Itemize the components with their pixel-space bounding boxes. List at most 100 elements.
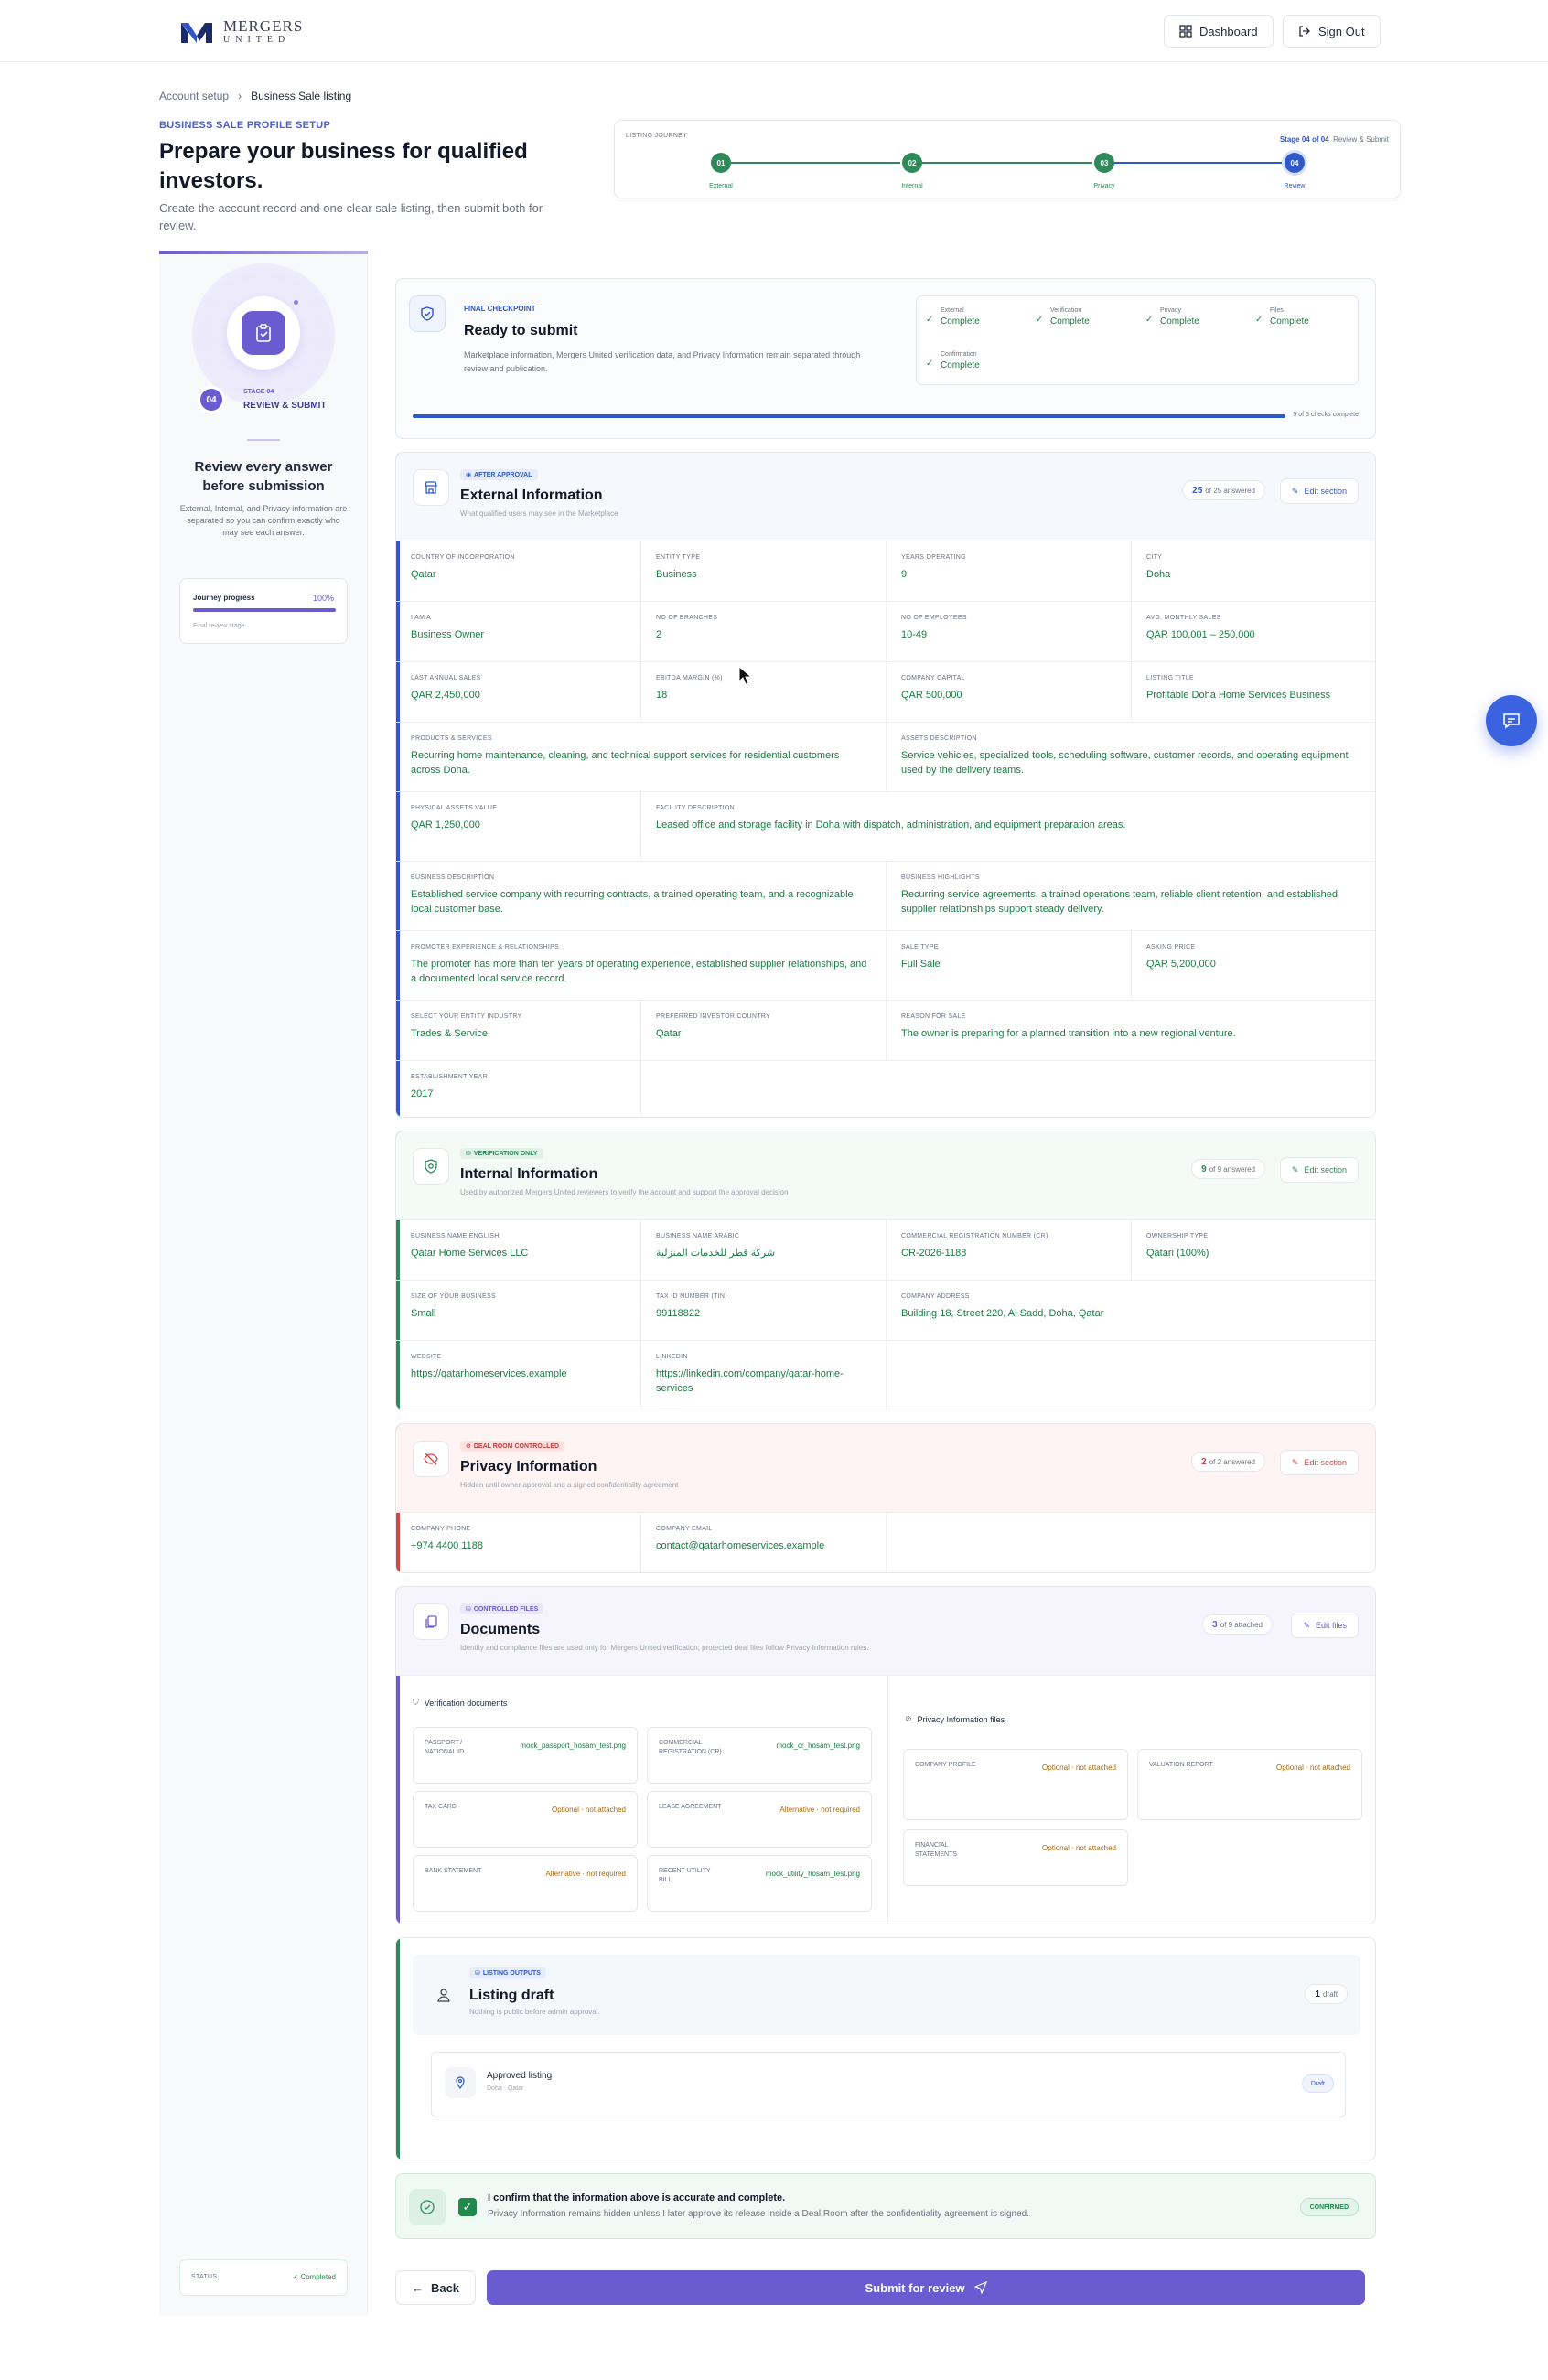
verified-shield-icon — [413, 1148, 449, 1185]
edit-files-button[interactable]: ✎ Edit files — [1291, 1613, 1359, 1638]
edit-privacy-button[interactable]: ✎ Edit section — [1279, 1450, 1359, 1475]
journey-step-label-3: Privacy — [1093, 183, 1115, 189]
document-value: Optional · not attached — [552, 1806, 626, 1814]
stage-sidebar: 04 STAGE 04 REVIEW & SUBMIT Review every… — [159, 251, 368, 2316]
dashboard-button[interactable]: Dashboard — [1164, 15, 1274, 48]
document-item[interactable]: RECENT UTILITY BILL mock_utility_hosam_te… — [647, 1855, 872, 1912]
listing-draft-card: ⛁ LISTING OUTPUTS Listing draft Nothing i… — [395, 1937, 1376, 2160]
field-value: Qatari (100%) — [1146, 1248, 1209, 1259]
field-label: ASSETS DESCRIPTION — [901, 735, 977, 742]
document-label: BANK STATEMENT — [425, 1868, 482, 1874]
journey-step-2[interactable]: 02 — [902, 153, 922, 173]
page-eyebrow: BUSINESS SALE PROFILE SETUP — [159, 120, 331, 131]
badge-text: DEAL ROOM CONTROLLED — [473, 1442, 560, 1450]
privacy-files-panel: ⊘ Privacy Information files COMPANY PROFI… — [888, 1675, 1375, 1924]
arrow-left-icon: ← — [411, 2280, 424, 2295]
checkpoint-text: Marketplace information, Mergers United … — [464, 350, 861, 373]
document-item[interactable]: TAX CARD Optional · not attached — [413, 1791, 638, 1848]
edit-external-button[interactable]: ✎ Edit section — [1279, 478, 1359, 504]
status-value: ✓ Completed — [292, 2273, 336, 2281]
field-label: PREFERRED INVESTOR COUNTRY — [656, 1013, 771, 1020]
sign-out-label: Sign Out — [1318, 24, 1365, 38]
field-label: COMPANY ADDRESS — [901, 1293, 970, 1300]
field-cell: AVG. MONTHLY SALES QAR 100,001 – 250,000 — [1132, 602, 1375, 662]
document-value: Optional · not attached — [1042, 1764, 1116, 1772]
check-label: Confirmation — [941, 351, 977, 358]
badge-text: AFTER APPROVAL — [474, 471, 532, 478]
field-value: The owner is preparing for a planned tra… — [901, 1028, 1236, 1039]
field-cell: PREFERRED INVESTOR COUNTRY Qatar — [641, 1001, 887, 1061]
document-item[interactable]: PASSPORT / NATIONAL ID mock_passport_hosa… — [413, 1727, 638, 1784]
field-cell: OWNERSHIP TYPE Qatari (100%) — [1132, 1220, 1375, 1281]
grid-icon — [1179, 25, 1192, 38]
confirm-checkbox[interactable]: ✓ — [458, 2198, 477, 2216]
field-value: +974 4400 1188 — [411, 1540, 484, 1551]
document-label: FINANCIAL STATEMENTS — [915, 1842, 958, 1858]
field-label: ASKING PRICE — [1146, 944, 1196, 950]
submit-for-review-button[interactable]: Submit for review — [487, 2270, 1365, 2305]
sidebar-text: External, Internal, and Privacy informat… — [179, 504, 348, 537]
document-label: TAX CARD — [425, 1804, 457, 1810]
listing-journey: LISTING JOURNEY Stage 04 of 04 Review & … — [614, 120, 1401, 198]
field-cell: NO OF EMPLOYEES 10-49 — [887, 602, 1132, 662]
pencil-icon: ✎ — [1291, 486, 1299, 496]
checkpoint-progress-bar — [413, 414, 1285, 418]
field-label: ESTABLISHMENT YEAR — [411, 1074, 488, 1080]
field-value: Business Owner — [411, 629, 485, 640]
field-cell: COMPANY EMAIL contact@qatarhomeservices.e… — [641, 1513, 887, 1572]
field-label: LISTING TITLE — [1146, 675, 1195, 681]
document-label: PASSPORT / NATIONAL ID — [425, 1740, 465, 1755]
breadcrumb-parent[interactable]: Account setup — [159, 90, 229, 102]
privacy-files-title: ⊘ Privacy Information files — [905, 1714, 1005, 1724]
back-button[interactable]: ← Back — [395, 2270, 476, 2305]
field-label: SALE TYPE — [901, 944, 939, 950]
edit-internal-button[interactable]: ✎ Edit section — [1279, 1157, 1359, 1183]
stage-label: REVIEW & SUBMIT — [243, 401, 327, 411]
count-text: of 9 answered — [1209, 1164, 1255, 1174]
sidebar-accent — [159, 251, 368, 254]
document-item[interactable]: LEASE AGREEMENT Alternative · not require… — [647, 1791, 872, 1848]
journey-step-1[interactable]: 01 — [711, 153, 731, 173]
edit-label: Edit section — [1304, 487, 1347, 496]
eye-off-small-icon: ⊘ — [905, 1714, 912, 1723]
check-icon: ✓ — [1036, 315, 1044, 325]
field-value: Leased office and storage facility in Do… — [656, 820, 1126, 831]
document-value: Alternative · not required — [779, 1806, 860, 1814]
chevron-right-icon: › — [238, 90, 242, 102]
field-value: Service vehicles, specialized tools, sch… — [901, 750, 1349, 776]
document-item[interactable]: BANK STATEMENT Alternative · not required — [413, 1855, 638, 1912]
document-item[interactable]: COMPANY PROFILE Optional · not attached — [903, 1749, 1128, 1820]
field-value: Recurring home maintenance, cleaning, an… — [411, 750, 840, 776]
journey-step-4[interactable]: 04 — [1285, 153, 1305, 173]
document-item[interactable]: VALUATION REPORT Optional · not attached — [1137, 1749, 1362, 1820]
field-cell: COMPANY ADDRESS Building 18, Street 220, … — [887, 1281, 1375, 1341]
approved-listing-item[interactable]: Approved listing Doha · Qatar Draft — [431, 2052, 1346, 2117]
logo-mark-icon — [181, 22, 212, 43]
field-cell: ASKING PRICE QAR 5,200,000 — [1132, 931, 1375, 1001]
breadcrumb: Account setup › Business Sale listing — [159, 90, 351, 102]
chat-button[interactable] — [1486, 695, 1537, 746]
listing-item-subtitle: Doha · Qatar — [487, 2085, 524, 2092]
document-label: COMMERCIAL REGISTRATION (CR) — [659, 1740, 722, 1755]
journey-step-3[interactable]: 03 — [1094, 153, 1114, 173]
stage-small-label: STAGE 04 — [243, 389, 274, 395]
panel-title: Verification documents — [424, 1698, 508, 1708]
stage-number-badge: 04 — [198, 386, 225, 413]
sign-out-button[interactable]: Sign Out — [1283, 15, 1381, 48]
status-card: STATUS ✓ Completed — [179, 2259, 348, 2296]
field-label: COMPANY EMAIL — [656, 1526, 713, 1532]
field-value: Qatar — [411, 569, 436, 580]
check-label: Files — [1270, 307, 1284, 314]
field-label: EBITDA MARGIN (%) — [656, 675, 723, 681]
document-item[interactable]: COMMERCIAL REGISTRATION (CR) mock_cr_hosa… — [647, 1727, 872, 1784]
brand-logo[interactable]: MERGERS UNITED — [179, 18, 303, 45]
document-label: VALUATION REPORT — [1149, 1762, 1213, 1768]
check-value: Complete — [941, 316, 980, 327]
check-value: Complete — [1050, 316, 1090, 327]
brand-line1: MERGERS — [223, 17, 304, 35]
field-label: COMPANY CAPITAL — [901, 675, 965, 681]
stage-halo — [192, 263, 335, 406]
count-text: of 9 attached — [1220, 1620, 1263, 1629]
document-item[interactable]: FINANCIAL STATEMENTS Optional · not attac… — [903, 1829, 1128, 1886]
sidebar-divider — [247, 439, 280, 441]
